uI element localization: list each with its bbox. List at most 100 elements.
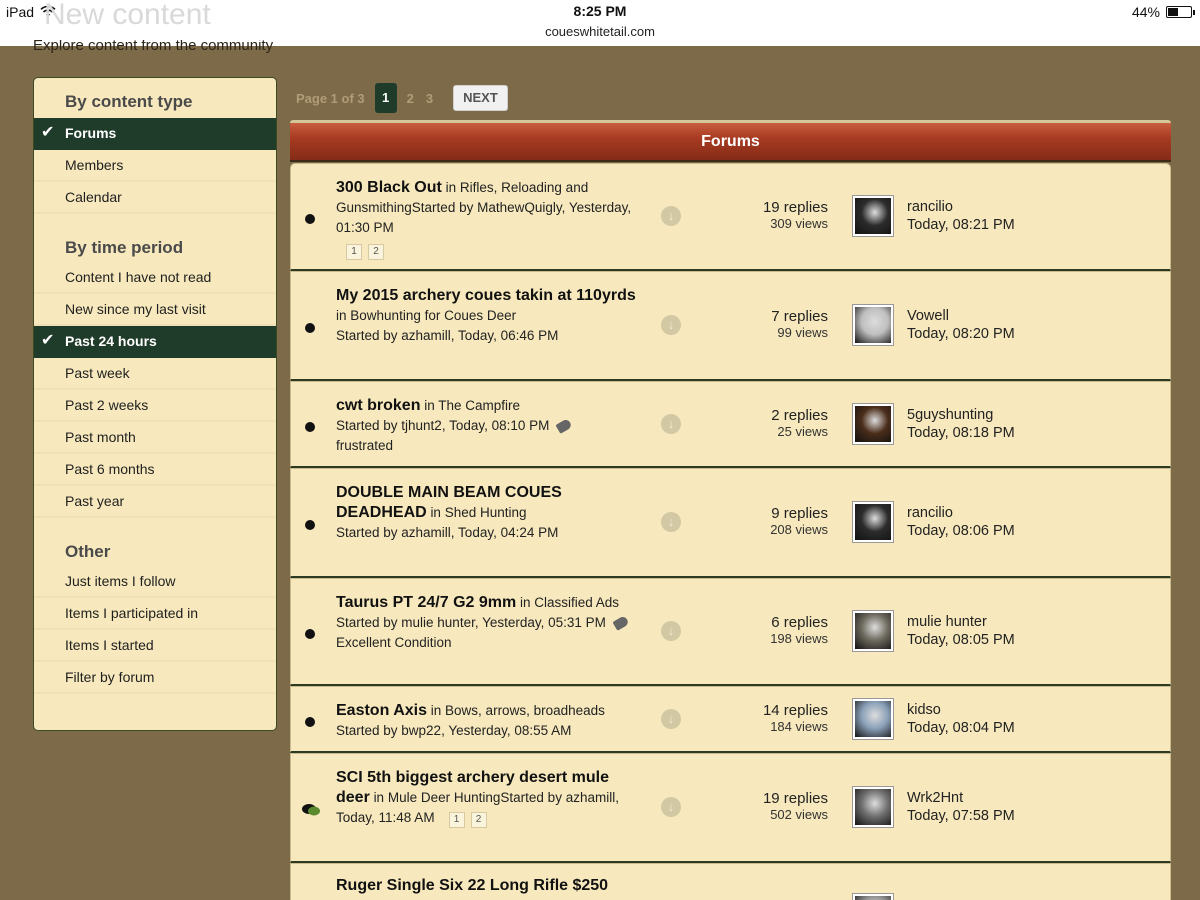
last-post-info: rancilio Today, 08:21 PM — [907, 198, 1015, 234]
next-page-button[interactable]: NEXT — [453, 85, 508, 111]
mark-read-icon[interactable] — [661, 315, 681, 335]
mark-read-icon[interactable] — [661, 206, 681, 226]
page-number-2[interactable]: 2 — [407, 91, 414, 106]
last-post-time[interactable]: Today, 07:58 PM — [907, 807, 1015, 825]
last-poster-name[interactable]: Wrk2Hnt — [907, 789, 1015, 807]
page-subtitle-text: Explore content from the community — [33, 40, 274, 54]
sidebar-item-members[interactable]: Members — [34, 150, 276, 182]
topic-forum-prefix: in — [445, 180, 457, 195]
last-poster-name[interactable]: Vowell — [907, 307, 1015, 325]
last-poster-name[interactable]: rancilio — [907, 504, 1015, 522]
topic-title-link[interactable]: Easton Axis — [336, 702, 427, 719]
time-period-list: Content I have not read New since my last… — [34, 262, 276, 518]
topic-started-text: Started by azhamill, Today, 04:24 PM — [336, 525, 559, 540]
topic-row[interactable]: My 2015 archery coues takin at 110yrds i… — [290, 271, 1171, 381]
reply-count: 19 replies — [762, 199, 828, 216]
topic-page-link[interactable]: 2 — [470, 812, 487, 828]
sidebar-item-filter-by-forum[interactable]: Filter by forum — [34, 662, 276, 694]
topic-started-text: Started by azhamill, Today, 06:46 PM — [336, 328, 559, 343]
topic-row[interactable]: 300 Black Out in Rifles, Reloading and G… — [290, 163, 1171, 271]
topic-info: Easton Axis in Bows, arrows, broadheads S… — [336, 701, 636, 741]
mark-read-icon[interactable] — [661, 797, 681, 817]
topic-forum-link[interactable]: Classified Ads — [534, 595, 619, 610]
address-bar-url[interactable]: coueswhitetail.com — [0, 24, 1200, 39]
topic-row[interactable]: SCI 5th biggest archery desert mule deer… — [290, 753, 1171, 863]
topic-title-link[interactable]: My 2015 archery coues takin at 110yrds — [336, 287, 636, 304]
last-post-time[interactable]: Today, 08:18 PM — [907, 424, 1015, 442]
last-post-info: kidso Today, 08:04 PM — [907, 701, 1015, 737]
page-number-1[interactable]: 1 — [374, 83, 397, 113]
last-poster-name[interactable]: mulie hunter — [907, 613, 1015, 631]
last-poster-avatar[interactable] — [853, 611, 893, 651]
sidebar-item-items-i-started[interactable]: Items I started — [34, 630, 276, 662]
topic-title-link[interactable]: Ruger Single Six 22 Long Rifle $250 — [336, 877, 608, 894]
sidebar-item-new-since-my-last-visit[interactable]: New since my last visit — [34, 294, 276, 326]
topic-tag-link[interactable]: frustrated — [336, 436, 636, 456]
reply-count: 14 replies — [762, 701, 828, 719]
topic-info: 300 Black Out in Rifles, Reloading and G… — [336, 178, 636, 260]
unread-dot-icon — [305, 520, 315, 530]
topic-row[interactable]: Easton Axis in Bows, arrows, broadheads S… — [290, 686, 1171, 753]
last-poster-avatar[interactable] — [853, 698, 893, 739]
topic-page-link[interactable]: 1 — [346, 244, 362, 260]
page-info: Page 1 of 3 — [296, 90, 365, 106]
sidebar-item-label: Content I have not read — [65, 269, 212, 285]
sidebar-item-just-items-i-follow[interactable]: Just items I follow — [34, 566, 276, 598]
sidebar-item-past-24-hours[interactable]: ✔ Past 24 hours — [34, 326, 276, 358]
sidebar-item-items-i-participated-in[interactable]: Items I participated in — [34, 598, 276, 630]
last-poster-name[interactable]: rancilio — [907, 198, 1015, 216]
topic-title-link[interactable]: cwt broken — [336, 397, 420, 414]
topic-row[interactable]: cwt broken in The Campfire Started by tjh… — [290, 381, 1171, 468]
unread-dot-icon — [305, 214, 315, 224]
other-filter-list: Just items I follow Items I participated … — [34, 566, 276, 694]
last-poster-avatar[interactable] — [853, 787, 893, 827]
topic-row[interactable]: Taurus PT 24/7 G2 9mm in Classified Ads S… — [290, 578, 1171, 686]
topic-page-link[interactable]: 2 — [368, 244, 384, 260]
last-poster-avatar[interactable] — [853, 305, 893, 345]
topic-tag-link[interactable]: Excellent Condition — [336, 633, 636, 653]
last-post-time[interactable]: Today, 08:04 PM — [907, 719, 1015, 737]
topic-forum-link[interactable]: Bows, arrows, broadheads — [445, 703, 605, 718]
sidebar-item-forums[interactable]: ✔ Forums — [34, 118, 276, 150]
last-post-time[interactable]: Today, 08:05 PM — [907, 631, 1015, 649]
sidebar-item-calendar[interactable]: Calendar — [34, 182, 276, 214]
topic-forum-link[interactable]: The Campfire — [438, 398, 520, 413]
topic-forum-link[interactable]: Mule Deer Hunting — [388, 790, 501, 805]
sidebar-item-past-month[interactable]: Past month — [34, 422, 276, 454]
unread-dot-icon — [305, 421, 315, 432]
mark-read-icon[interactable] — [661, 621, 681, 641]
topic-stats: 9 replies 208 views — [770, 505, 828, 537]
topic-stats: 19 replies 502 views — [763, 790, 828, 822]
mark-read-icon[interactable] — [661, 413, 681, 434]
topic-list: 300 Black Out in Rifles, Reloading and G… — [290, 163, 1171, 900]
last-post-time[interactable]: Today, 08:21 PM — [907, 216, 1015, 234]
topic-forum-link[interactable]: Shed Hunting — [445, 505, 527, 520]
topic-page-link[interactable]: 1 — [448, 812, 465, 828]
last-poster-name[interactable]: kidso — [907, 701, 1015, 719]
topic-forum-link[interactable]: Bowhunting for Coues Deer — [350, 308, 516, 323]
mark-read-icon[interactable] — [661, 708, 681, 729]
last-poster-avatar[interactable] — [853, 894, 893, 900]
topic-page-links: 12 — [448, 810, 493, 828]
topic-row[interactable]: DOUBLE MAIN BEAM COUES DEADHEAD in Shed … — [290, 468, 1171, 578]
last-post-time[interactable]: Today, 08:20 PM — [907, 325, 1015, 343]
last-poster-name[interactable]: 5guyshunting — [907, 406, 1015, 424]
sidebar-item-past-week[interactable]: Past week — [34, 358, 276, 390]
page-number-3[interactable]: 3 — [426, 91, 433, 106]
last-poster-avatar[interactable] — [853, 196, 893, 236]
sidebar-item-past-year[interactable]: Past year — [34, 486, 276, 518]
last-poster-avatar[interactable] — [853, 502, 893, 542]
last-poster-avatar[interactable] — [853, 403, 893, 444]
reply-count: 19 replies — [762, 790, 828, 807]
sidebar-item-past-2-weeks[interactable]: Past 2 weeks — [34, 390, 276, 422]
topic-title-link[interactable]: 300 Black Out — [336, 179, 442, 196]
last-post-time[interactable]: Today, 08:06 PM — [907, 522, 1015, 540]
topic-forum-prefix: in — [373, 790, 385, 805]
topic-row[interactable]: Ruger Single Six 22 Long Rifle $250 — [290, 863, 1171, 900]
sidebar-item-content-i-have-not-read[interactable]: Content I have not read — [34, 262, 276, 294]
sidebar-item-past-6-months[interactable]: Past 6 months — [34, 454, 276, 486]
topic-title-link[interactable]: Taurus PT 24/7 G2 9mm — [336, 594, 516, 611]
mark-read-icon[interactable] — [661, 512, 681, 532]
sidebar-heading-other: Other — [65, 542, 111, 561]
sidebar-heading-content-type: By content type — [65, 92, 193, 111]
